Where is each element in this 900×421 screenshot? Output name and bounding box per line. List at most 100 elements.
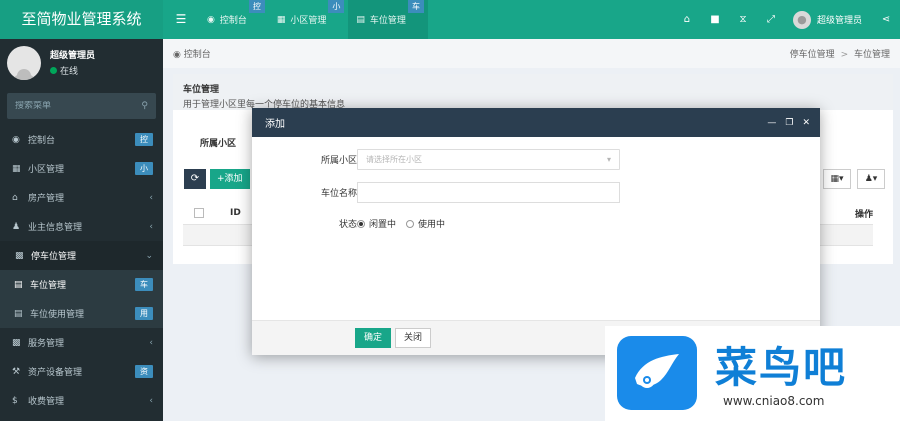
tab-parking-space[interactable]: ▤ 车位管理 车 [348,0,428,39]
confirm-button[interactable]: 确定 [355,328,392,348]
watermark: 菜鸟吧 www.cniao8.com [605,326,900,421]
breadcrumb: ◉ 控制台 停车位管理 > 车位管理 [163,39,900,68]
sidebar-user-name: 超级管理员 [50,51,96,61]
maximize-icon[interactable]: ❐ [785,118,793,128]
columns-button[interactable]: ▦▾ [823,169,851,189]
sidebar-item-parking[interactable]: ▩ 停车位管理 ⌄ [0,241,163,270]
sidebar-item-service[interactable]: ▩ 服务管理 ‹ [0,328,163,357]
close-button[interactable]: 关闭 [395,328,432,348]
header-right-tools: ⌂ ■ ⧖ ⤢ ● 超级管理员 ⋖ [673,0,900,39]
home-icon[interactable]: ⌂ [673,14,701,25]
sidebar-item-label: 控制台 [28,136,56,146]
sidebar-item-billing[interactable]: $ 收费管理 ‹ [0,386,163,415]
wrench-icon: ⚒ [12,366,21,377]
sidebar-toggle-icon[interactable]: ☰ [163,0,199,39]
card-icon: ▤ [14,308,23,319]
watermark-brand: 菜鸟吧 [715,343,848,392]
close-icon[interactable]: ✕ [802,118,810,128]
radio-unchecked-icon [406,219,415,228]
form-row-name: 车位名称 [252,182,620,203]
breadcrumb-home[interactable]: ◉ 控制台 [173,47,211,60]
dialog-body: 所属小区 请选择所在小区 ▾ 车位名称 状态 闲置中 使用中 [252,137,820,320]
service-icon: ▩ [12,337,21,348]
eraser-icon[interactable]: ⧖ [729,14,757,25]
community-select[interactable]: 请选择所在小区 ▾ [357,149,620,170]
nav-badge: 车 [135,278,153,291]
parking-name-input[interactable] [357,182,620,203]
share-icon[interactable]: ⋖ [872,14,900,25]
breadcrumb-home-label: 控制台 [183,50,211,60]
stop-icon[interactable]: ■ [701,14,729,25]
add-dialog: 添加 — ❐ ✕ 所属小区 请选择所在小区 ▾ 车位名称 状态 闲置中 使用中 … [252,108,820,355]
search-icon[interactable]: ⚲ [141,101,148,111]
online-dot-icon [50,67,57,74]
dialog-title: 添加 [265,119,285,130]
dashboard-icon: ◉ [207,14,215,25]
filter-community-label: 所属小区 [200,139,237,149]
header-bar: ☰ ◉ 控制台 控 ▦ 小区管理 小 ▤ 车位管理 车 ⌂ ■ ⧖ ⤢ ● 超级… [163,0,900,39]
sidebar-item-owners[interactable]: ♟ 业主信息管理 ‹ [0,212,163,241]
avatar: ● [792,10,811,29]
nav-badge: 资 [135,365,153,378]
card-icon: ▤ [356,14,365,25]
tab-community[interactable]: ▦ 小区管理 小 [269,0,349,39]
status-radio-idle[interactable]: 闲置中 [357,217,396,230]
breadcrumb-separator: > [840,50,849,60]
select-placeholder: 请选择所在小区 [366,155,422,164]
sidebar-item-assets[interactable]: ⚒ 资产设备管理 资 [0,357,163,386]
breadcrumb-current: 车位管理 [853,50,890,60]
chevron-left-icon: ‹ [149,395,153,406]
export-button[interactable]: ♟▾ [857,169,885,189]
parking-icon: ▩ [15,250,24,261]
column-actions: 操作 [854,209,873,220]
status-radio-in-use[interactable]: 使用中 [406,217,445,230]
minimize-icon[interactable]: — [767,118,776,128]
status-radio-group: 闲置中 使用中 [357,217,445,230]
dashboard-icon: ◉ [12,134,20,145]
add-button[interactable]: +添加 [210,169,250,189]
bird-logo-icon [617,336,697,410]
sidebar-item-label: 小区管理 [28,165,65,175]
home-icon: ⌂ [12,192,18,203]
sidebar-item-parking-usage[interactable]: ▤ 车位使用管理 用 [0,299,163,328]
table-toolbar: ⟳ +添加 [184,169,250,189]
status-label: 在线 [60,67,79,77]
sidebar-item-label: 房产管理 [28,194,65,204]
refresh-button[interactable]: ⟳ [184,169,206,189]
sidebar-item-parking-space[interactable]: ▤ 车位管理 车 [0,270,163,299]
sidebar-user-panel: 超级管理员 在线 [0,39,163,86]
chevron-left-icon: ‹ [149,192,153,203]
columns-icon: ▦▾ [830,174,844,184]
dialog-header: 添加 — ❐ ✕ [252,108,820,137]
page-title: 车位管理 [183,85,220,95]
app-logo-title[interactable]: 至简物业管理系统 [0,0,163,39]
community-label: 所属小区 [320,156,357,166]
header-user-name: 超级管理员 [816,16,862,26]
select-all-checkbox[interactable] [194,208,204,218]
plus-icon: + [217,174,225,184]
dollar-icon: $ [12,395,18,406]
bird-icon [635,354,679,388]
chevron-left-icon: ‹ [149,221,153,232]
top-header: 至简物业管理系统 ☰ ◉ 控制台 控 ▦ 小区管理 小 ▤ 车位管理 车 ⌂ ■… [0,0,900,39]
form-row-status: 状态 闲置中 使用中 [252,217,445,230]
name-label: 车位名称 [320,189,357,199]
sidebar-item-property[interactable]: ⌂ 房产管理 ‹ [0,183,163,212]
sidebar-item-dashboard[interactable]: ◉ 控制台 控 [0,125,163,154]
dashboard-icon: ◉ [173,50,181,60]
grid-icon: ▦ [12,163,21,174]
tab-dashboard[interactable]: ◉ 控制台 控 [199,0,269,39]
tab-badge: 小 [328,0,345,13]
sidebar-item-community[interactable]: ▦ 小区管理 小 [0,154,163,183]
nav-badge: 控 [135,133,153,146]
breadcrumb-path: 停车位管理 > 车位管理 [790,47,890,60]
header-user-menu[interactable]: ● 超级管理员 [785,10,872,29]
search-input[interactable] [15,101,125,111]
breadcrumb-parent[interactable]: 停车位管理 [790,50,835,60]
watermark-url: www.cniao8.com [723,394,825,408]
sidebar-item-label: 资产设备管理 [28,368,83,378]
nav-badge: 小 [135,162,153,175]
fullscreen-icon[interactable]: ⤢ [757,14,785,25]
export-icon: ♟▾ [864,174,878,184]
radio-label: 使用中 [418,220,446,230]
